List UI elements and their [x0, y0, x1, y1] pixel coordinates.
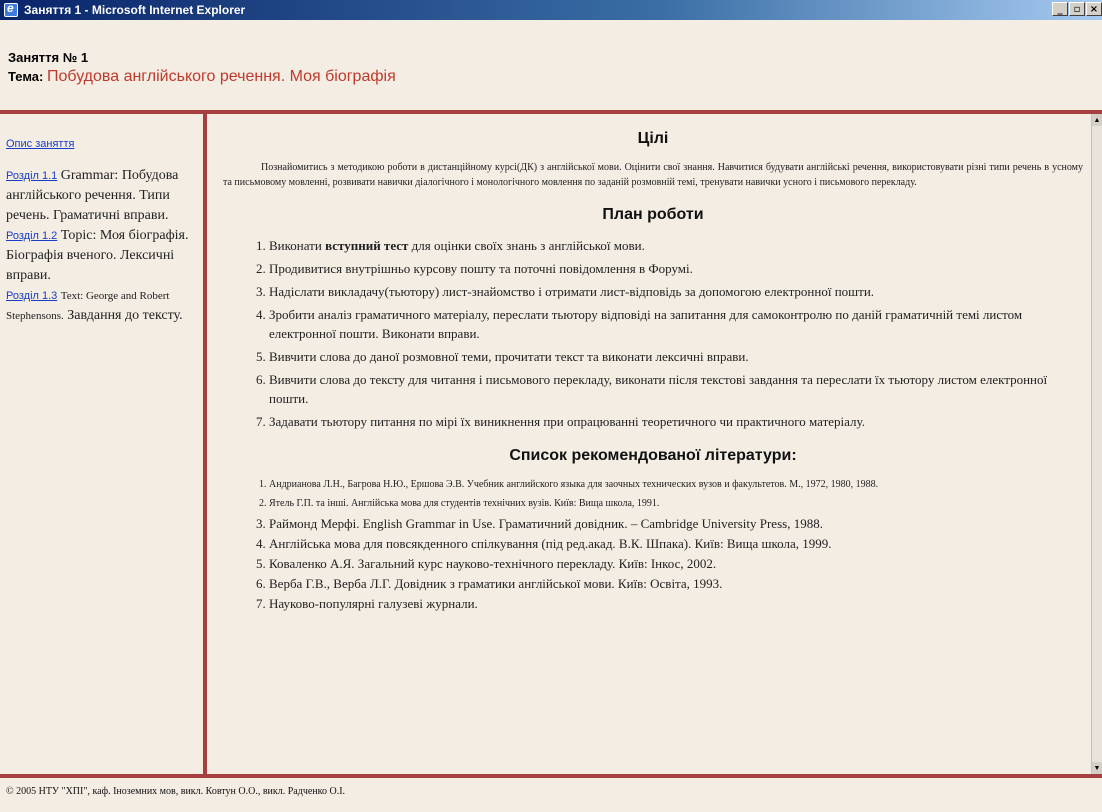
entry-test-link[interactable]: вступний тест [325, 238, 408, 253]
window-titlebar[interactable]: Заняття 1 - Microsoft Internet Explorer … [0, 0, 1102, 20]
scroll-down-arrow-icon[interactable]: ▼ [1092, 762, 1102, 774]
window-controls: _ ▫ × [1052, 2, 1102, 16]
sidebar-section-1-2: Розділ 1.2 Topic: Моя біографія. Біограф… [6, 226, 197, 286]
literature-heading: Список рекомендованої літератури: [509, 447, 797, 464]
literature-item: Англійська мова для повсякденного спілку… [269, 535, 1083, 553]
description-block: Опис заняття [6, 134, 197, 152]
section-1-3-text: Завдання до тексту. [67, 308, 183, 323]
plan-heading: План роботи [602, 206, 704, 223]
sidebar-section-1-3: Розділ 1.3 Text: George and Robert Steph… [6, 286, 197, 326]
plan-item: Вивчити слова до тексту для читання і пи… [269, 370, 1083, 408]
literature-list: Андрианова Л.Н., Багрова Н.Ю., Ершова Э.… [223, 477, 1083, 613]
plan-item-text: для оцінки своїх знань з англійської мов… [408, 238, 645, 253]
plan-item-text: Продивитися внутрішньо курсову пошту та … [269, 261, 693, 276]
plan-item: Зробити аналіз граматичного матеріалу, п… [269, 305, 1083, 343]
plan-item-text: Надіслати викладачу(тьютору) лист-знайом… [269, 284, 875, 299]
plan-item-text: Зробити аналіз граматичного матеріалу, п… [269, 307, 1023, 341]
navigation-frame: Опис заняття Розділ 1.1 Grammar: Побудов… [0, 114, 207, 774]
plan-item-text: Вивчити слова до тексту для читання і пи… [269, 372, 1048, 406]
plan-item: Вивчити слова до даної розмовної теми, п… [269, 347, 1083, 366]
plan-item: Задавати тьютору питання по мірі їх вини… [269, 412, 1083, 431]
section-1-3-link[interactable]: Розділ 1.3 [6, 290, 57, 302]
content-frame: Цілі Познайомитись з методикою роботи в … [207, 114, 1091, 774]
section-1-1-link[interactable]: Розділ 1.1 [6, 170, 57, 182]
ie-icon [4, 1, 18, 17]
scroll-up-arrow-icon[interactable]: ▲ [1092, 114, 1102, 126]
sidebar-section-1-1: Розділ 1.1 Grammar: Побудова англійськог… [6, 166, 197, 226]
literature-item: Верба Г.В., Верба Л.Г. Довідник з грамат… [269, 575, 1083, 593]
plan-item-text: Задавати тьютору питання по мірі їх вини… [269, 414, 865, 429]
literature-item: Коваленко А.Я. Загальний курс науково-те… [269, 555, 1083, 573]
literature-item: Науково-популярні галузеві журнали. [269, 595, 1083, 613]
literature-item: Андрианова Л.Н., Багрова Н.Ю., Ершова Э.… [269, 477, 1083, 492]
lesson-topic: Тема: Побудова англійського речення. Моя… [8, 68, 396, 86]
plan-item: Виконати вступний тест для оцінки своїх … [269, 236, 1083, 255]
plan-item: Продивитися внутрішньо курсову пошту та … [269, 259, 1083, 278]
topic-value: Побудова англійського речення. Моя біогр… [46, 68, 396, 85]
content-scrollbar[interactable]: ▲ ▼ [1091, 114, 1102, 774]
topic-label: Тема: [8, 69, 44, 84]
header-frame: Заняття № 1 Тема: Побудова англійського … [0, 20, 1102, 114]
goals-heading: Цілі [637, 130, 669, 147]
description-link[interactable]: Опис заняття [6, 138, 74, 150]
section-1-2-link[interactable]: Розділ 1.2 [6, 230, 57, 242]
minimize-button[interactable]: _ [1052, 2, 1068, 16]
lesson-number: Заняття № 1 [8, 50, 89, 65]
maximize-button[interactable]: ▫ [1069, 2, 1085, 16]
footer: © 2005 НТУ "ХПІ", каф. Іноземних мов, ви… [0, 774, 1102, 812]
plan-item-text: Вивчити слова до даної розмовної теми, п… [269, 349, 749, 364]
plan-item-text: Виконати [269, 238, 326, 253]
close-button[interactable]: × [1086, 2, 1102, 16]
plan-list: Виконати вступний тест для оцінки своїх … [223, 236, 1083, 431]
window-title: Заняття 1 - Microsoft Internet Explorer [24, 3, 246, 17]
plan-item: Надіслати викладачу(тьютору) лист-знайом… [269, 282, 1083, 301]
page: Заняття № 1 Тема: Побудова англійського … [0, 20, 1102, 812]
literature-item: Раймонд Мерфі. English Grammar in Use. Г… [269, 515, 1083, 533]
goals-text: Познайомитись з методикою роботи в диста… [223, 162, 1083, 188]
literature-item: Ятель Г.П. та інші. Англійська мова для … [269, 496, 1083, 511]
